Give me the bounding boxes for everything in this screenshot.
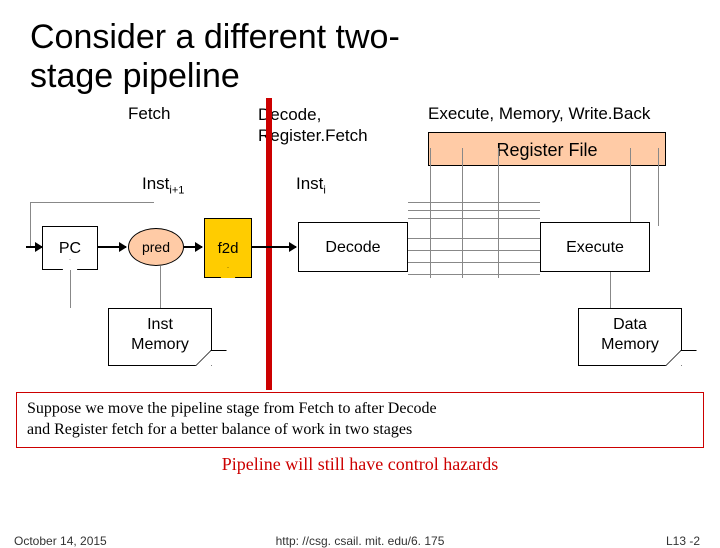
- bus-line: [610, 272, 611, 308]
- stage-decode-line-2: Register.Fetch: [258, 126, 368, 145]
- arrow-f2d-to-decode: [252, 246, 296, 248]
- inst-next-sub: i+1: [169, 185, 184, 197]
- footer-page: L13 -2: [666, 534, 700, 548]
- arrow-pred-to-f2d: [184, 246, 202, 248]
- pipeline-boundary-bar: [266, 98, 272, 390]
- arrow-to-pc: [26, 246, 42, 248]
- folded-corner-icon: [665, 350, 697, 366]
- footer-date: October 14, 2015: [14, 534, 107, 548]
- imem-line-1: Inst: [147, 316, 173, 333]
- bus-line: [408, 202, 540, 203]
- bus-line: [70, 270, 71, 308]
- inst-next-text: Inst: [142, 174, 169, 193]
- bus-line: [408, 238, 540, 239]
- pipeline-diagram: PC pred f2d Decode Execute Inst Memory D…: [0, 208, 720, 386]
- f2d-latch-block: f2d: [204, 218, 252, 278]
- bus-line: [408, 250, 540, 251]
- bus-line: [408, 210, 540, 211]
- bus-line: [408, 262, 540, 263]
- caption-line-2: and Register fetch for a better balance …: [27, 421, 412, 438]
- execute-block: Execute: [540, 222, 650, 272]
- slide-title: Consider a different two- stage pipeline: [0, 0, 720, 104]
- inst-cur-text: Inst: [296, 174, 323, 193]
- bus-line: [658, 148, 659, 226]
- inst-next-label: Insti+1: [142, 174, 184, 196]
- inst-cur-sub: i: [323, 185, 325, 197]
- arrow-pc-to-pred: [98, 246, 126, 248]
- stage-decode-label: Decode, Register.Fetch: [258, 104, 398, 147]
- stage-label-row: Fetch Decode, Register.Fetch Execute, Me…: [0, 104, 720, 174]
- bus-line: [462, 148, 463, 278]
- inst-cur-label: Insti: [296, 174, 326, 196]
- inst-memory-block: Inst Memory: [108, 308, 212, 366]
- bus-line: [408, 218, 540, 219]
- bus-line: [430, 148, 431, 278]
- dmem-line-1: Data: [613, 316, 647, 333]
- bus-line: [498, 148, 499, 278]
- title-line-2: stage pipeline: [30, 57, 240, 95]
- title-line-1: Consider a different two-: [30, 18, 400, 56]
- branch-predictor-block: pred: [128, 228, 184, 266]
- folded-corner-icon: [195, 350, 227, 366]
- stage-fetch-label: Fetch: [128, 104, 171, 124]
- bus-line: [30, 202, 154, 203]
- bus-line: [630, 148, 631, 226]
- imem-line-2: Memory: [131, 336, 189, 353]
- hazard-note: Pipeline will still have control hazards: [0, 454, 720, 475]
- stage-execute-label: Execute, Memory, Write.Back: [428, 104, 650, 124]
- pc-register-block: PC: [42, 226, 98, 270]
- caption-line-1: Suppose we move the pipeline stage from …: [27, 400, 437, 417]
- footer-url: http: //csg. csail. mit. edu/6. 175: [276, 534, 445, 548]
- caption-note-box: Suppose we move the pipeline stage from …: [16, 392, 704, 448]
- decode-block: Decode: [298, 222, 408, 272]
- data-memory-block: Data Memory: [578, 308, 682, 366]
- bus-line: [408, 274, 540, 275]
- bus-line: [160, 266, 161, 308]
- bus-line: [30, 202, 31, 248]
- dmem-line-2: Memory: [601, 336, 659, 353]
